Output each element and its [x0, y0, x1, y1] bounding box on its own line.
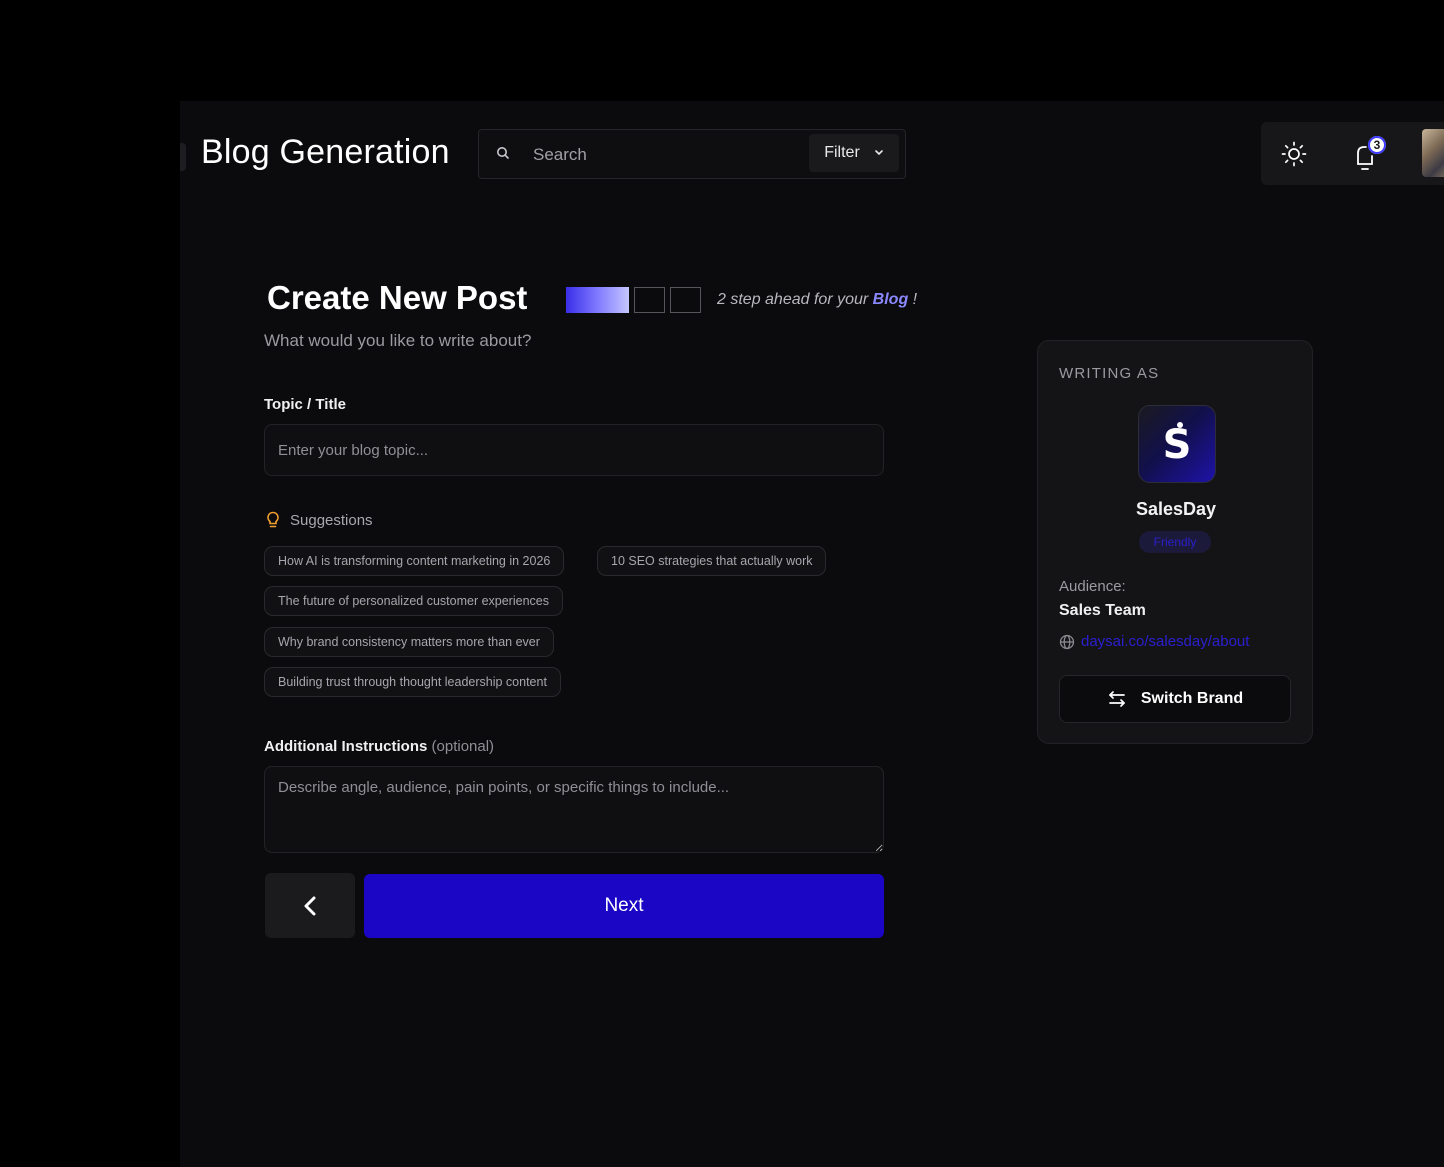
globe-icon — [1059, 634, 1075, 649]
search-input[interactable] — [531, 142, 795, 168]
theme-toggle-sun-icon[interactable] — [1281, 141, 1307, 167]
suggestion-chip[interactable]: How AI is transforming content marketing… — [264, 546, 565, 576]
audience-label: Audience: — [1059, 578, 1126, 595]
notification-badge: 3 — [1368, 136, 1386, 154]
suggestions-header: Suggestions — [266, 511, 373, 529]
topic-label: Topic / Title — [264, 396, 346, 413]
instructions-textarea[interactable] — [264, 766, 884, 853]
sidebar-collapse-handle[interactable] — [180, 143, 186, 171]
suggestion-chip[interactable]: 10 SEO strategies that actually work — [597, 546, 827, 576]
brand-logo-letter-icon: S — [1163, 422, 1192, 468]
suggestion-chip[interactable]: The future of personalized customer expe… — [264, 586, 563, 616]
audience-value: Sales Team — [1059, 602, 1146, 619]
brand-logo: S — [1138, 405, 1216, 483]
back-button[interactable] — [265, 873, 355, 938]
instructions-optional: (optional) — [431, 738, 495, 755]
step-progress — [566, 287, 701, 313]
step-indicator-3 — [670, 287, 701, 313]
switch-brand-label: Switch Brand — [1140, 690, 1244, 707]
avatar[interactable] — [1422, 129, 1444, 177]
next-button[interactable]: Next — [364, 874, 884, 938]
instructions-label: Additional Instructions (optional) — [264, 738, 494, 755]
step-note-suffix: ! — [908, 291, 918, 308]
filter-label: Filter — [824, 144, 860, 161]
suggestion-chip[interactable]: Why brand consistency matters more than … — [264, 627, 554, 657]
header-actions: 3 — [1261, 122, 1444, 185]
form-title: Create New Post — [267, 279, 528, 316]
step-note-highlight: Blog — [872, 291, 909, 308]
brand-card: WRITING AS S SalesDay Friendly Audience:… — [1037, 340, 1313, 744]
step-note-text: 2 step ahead for your — [717, 291, 869, 308]
writing-as-heading: WRITING AS — [1059, 365, 1160, 382]
search-bar: Filter — [478, 129, 906, 179]
suggestion-chip[interactable]: Building trust through thought leadershi… — [264, 667, 561, 697]
switch-brand-button[interactable]: Switch Brand — [1059, 675, 1291, 723]
brand-tone-badge: Friendly — [1139, 531, 1211, 553]
app-window: Blog Generation Filter — [180, 101, 1444, 1167]
brand-about-link[interactable]: daysai.co/salesday/about — [1081, 633, 1249, 650]
topic-input[interactable] — [264, 424, 884, 476]
form-subtitle: What would you like to write about? — [264, 331, 532, 350]
filter-dropdown[interactable]: Filter — [809, 134, 899, 172]
step-indicator-2 — [634, 287, 665, 313]
instructions-label-text: Additional Instructions — [264, 738, 428, 755]
chevron-left-icon — [304, 896, 316, 915]
brand-name: SalesDay — [1135, 499, 1217, 519]
swap-arrows-icon — [1109, 691, 1125, 707]
step-indicator-1 — [566, 287, 629, 313]
search-icon — [497, 147, 509, 159]
brand-link-row: daysai.co/salesday/about — [1059, 633, 1249, 650]
page-title: Blog Generation — [201, 133, 450, 171]
svg-text:S: S — [1163, 422, 1192, 468]
step-note: 2 step ahead for your Blog ! — [717, 291, 917, 309]
chevron-down-icon — [874, 150, 883, 156]
suggestions-label: Suggestions — [290, 511, 373, 529]
lightbulb-icon — [267, 511, 279, 528]
